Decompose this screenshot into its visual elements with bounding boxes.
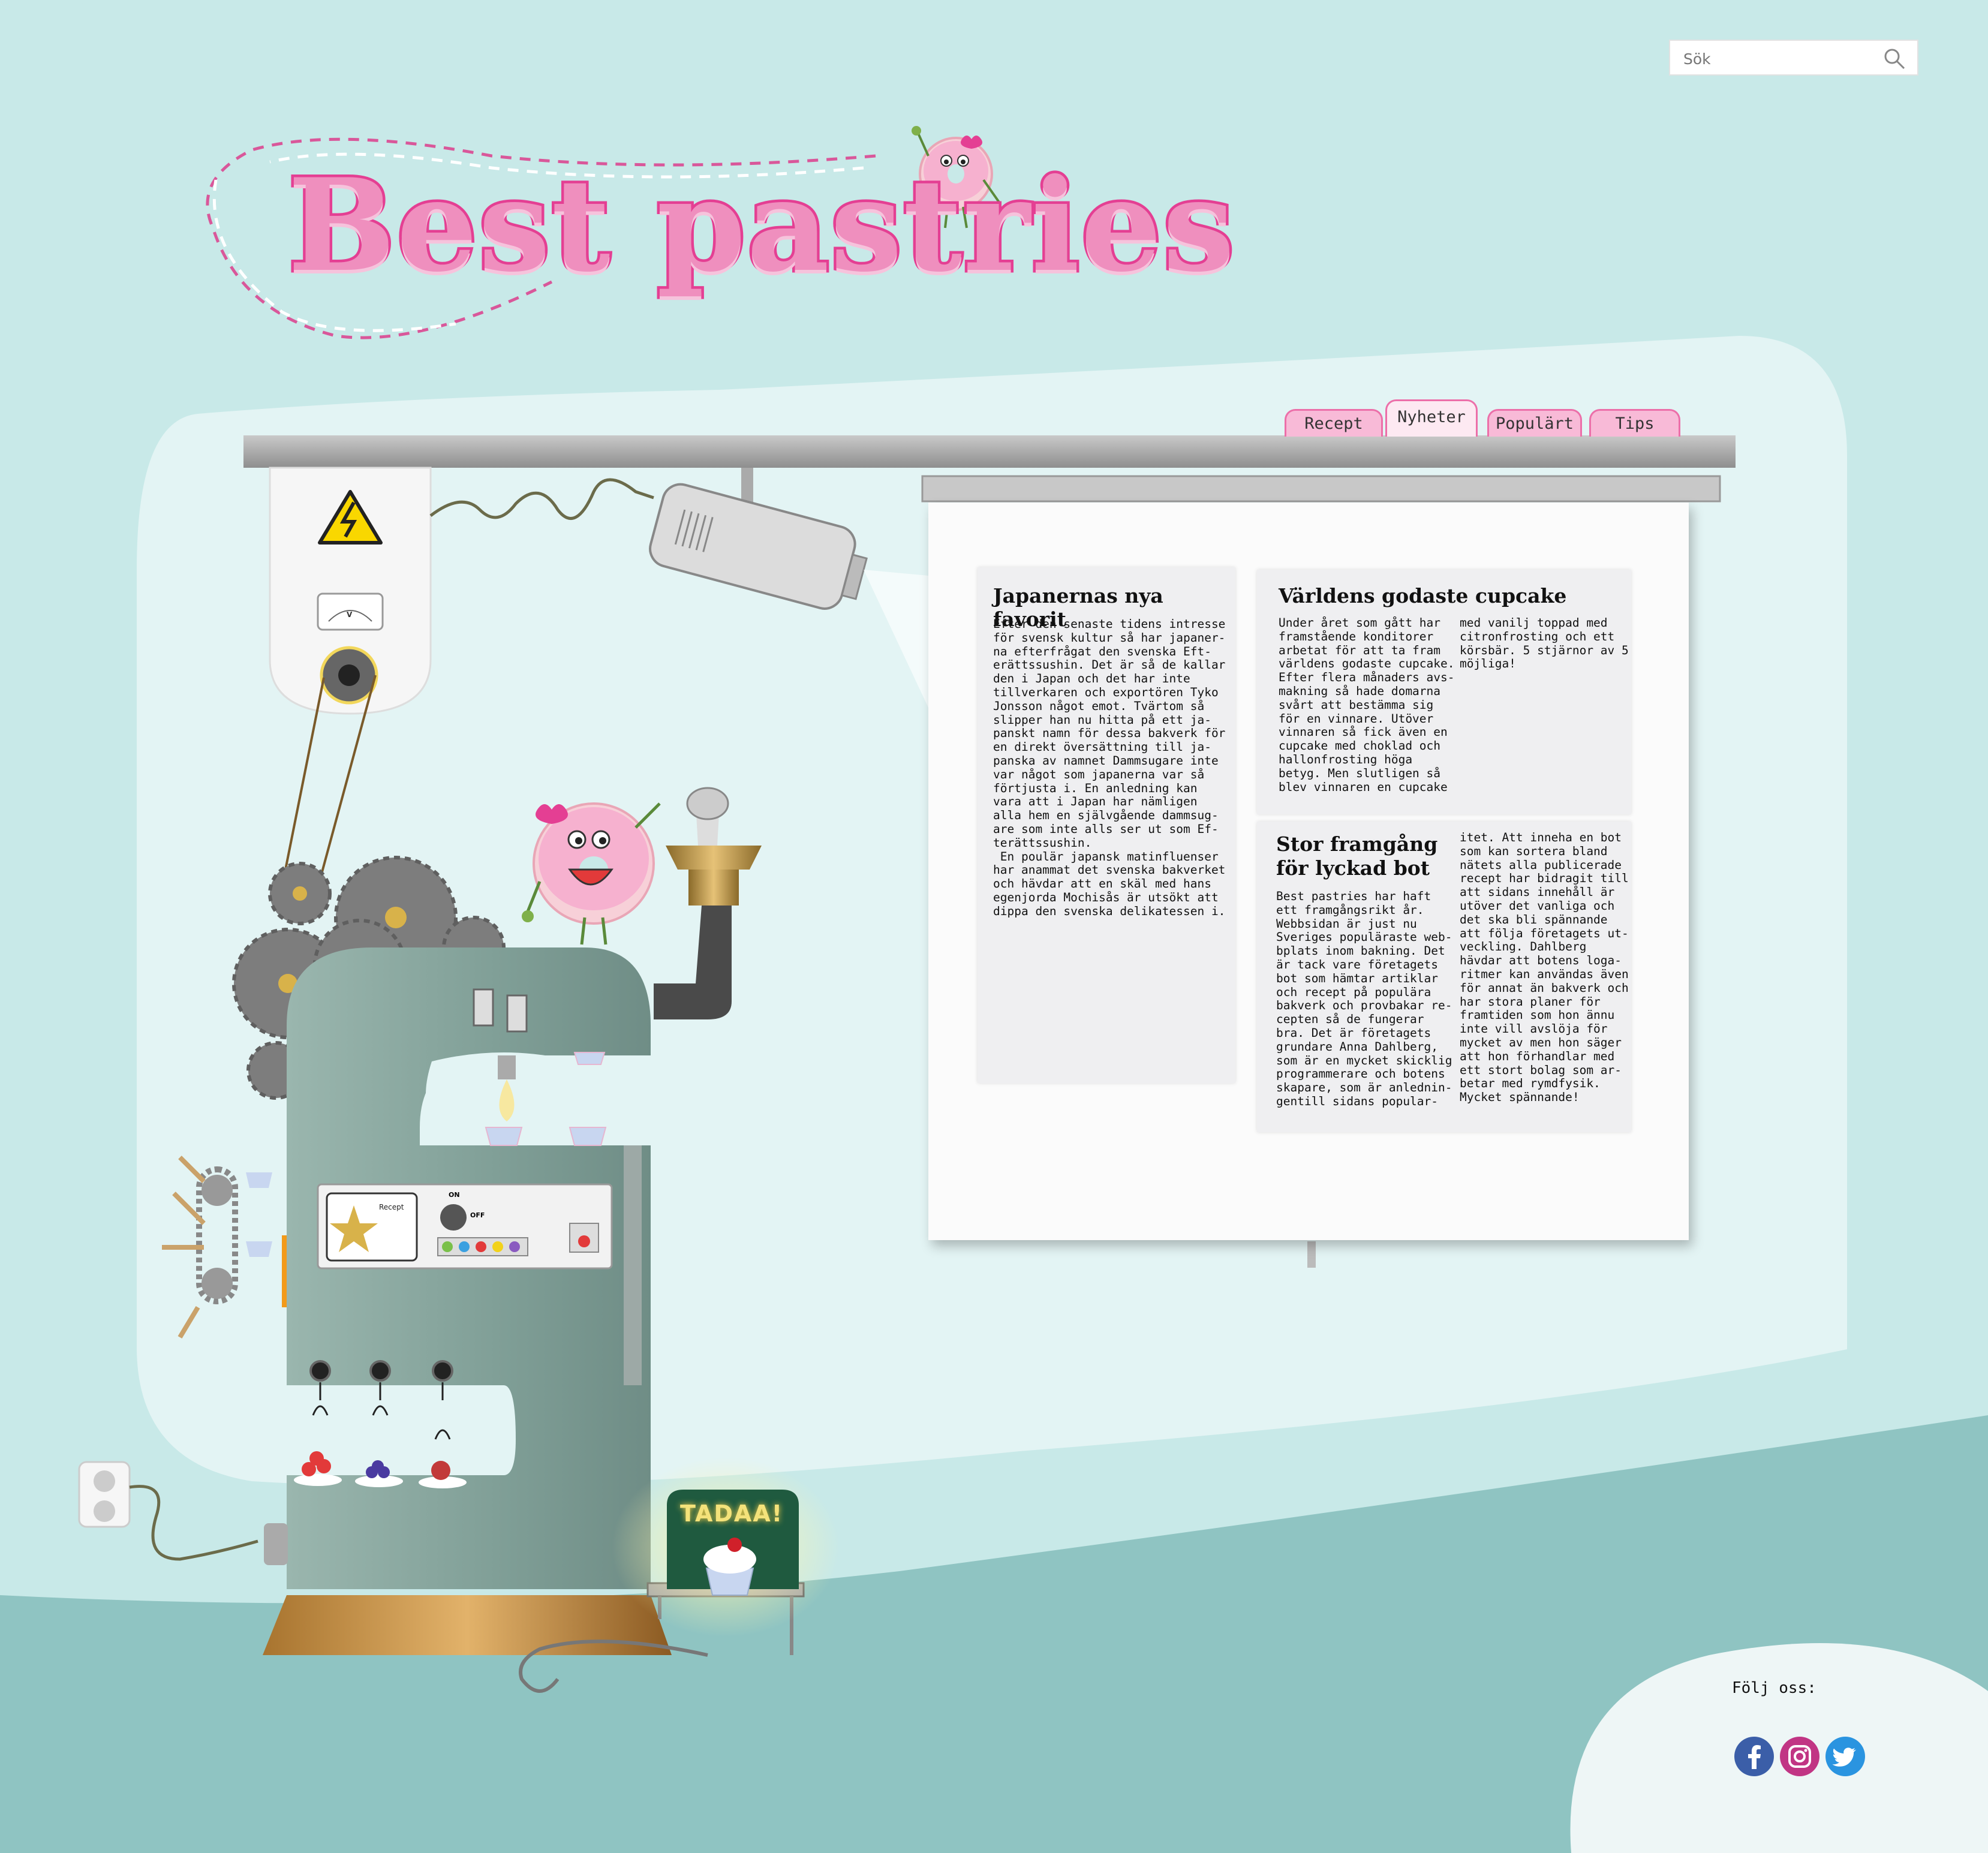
tadaa-sign: TADAA!: [680, 1500, 784, 1527]
recipe-card-label: Recept: [379, 1203, 404, 1211]
tab-recept[interactable]: Recept: [1285, 409, 1383, 437]
article-title[interactable]: Världens godaste cupcake: [1279, 584, 1566, 607]
voltmeter-label: V: [347, 610, 353, 619]
tab-populart[interactable]: Populärt: [1487, 409, 1582, 437]
article-card[interactable]: Världens godaste cupcake Under året som …: [1257, 570, 1631, 814]
tab-nyheter[interactable]: Nyheter: [1385, 399, 1478, 437]
article-card[interactable]: Japanernas nya favorit Efter den senaste…: [978, 567, 1235, 1083]
facebook-icon[interactable]: [1733, 1735, 1775, 1777]
instagram-icon[interactable]: [1779, 1735, 1821, 1777]
search-icon[interactable]: [1882, 47, 1906, 71]
article-text: med vanilj toppad med citronfrosting och…: [1460, 616, 1629, 671]
twitter-icon[interactable]: [1824, 1735, 1866, 1777]
article-text: Efter den senaste tidens intresse för sv…: [993, 617, 1226, 918]
switch-off-label: OFF: [470, 1211, 485, 1219]
search-input[interactable]: [1682, 47, 1876, 71]
article-text: Under året som gått har framstående kond…: [1279, 616, 1455, 794]
switch-on-label: ON: [449, 1191, 460, 1199]
search-box[interactable]: [1669, 40, 1918, 76]
site-logo[interactable]: Best pastries: [285, 159, 1237, 291]
gear-icon: [320, 646, 378, 705]
follow-us-label: Följ oss:: [1732, 1679, 1816, 1697]
tab-tips[interactable]: Tips: [1589, 409, 1680, 437]
article-title[interactable]: Stor framgång för lyckad bot: [1276, 832, 1437, 880]
article-text: itet. Att inneha en bot som kan sortera …: [1460, 831, 1629, 1105]
article-text: Best pastries har haft ett framgångsrikt…: [1276, 889, 1452, 1108]
article-card[interactable]: Stor framgång för lyckad bot Best pastri…: [1257, 822, 1631, 1132]
